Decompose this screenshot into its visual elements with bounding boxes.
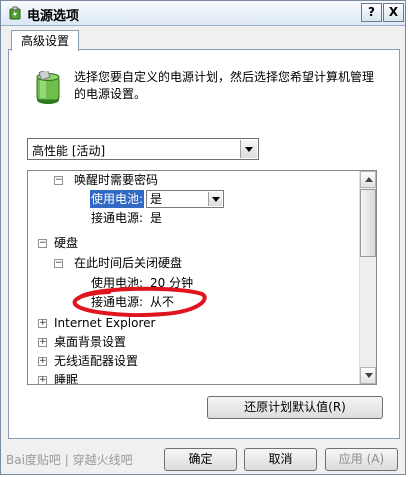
battery-value-dropdown[interactable]: 是 (146, 190, 224, 208)
collapse-toggle[interactable]: − (54, 259, 63, 268)
ok-button[interactable]: 确定 (164, 448, 237, 471)
tree-item-battery-label[interactable]: 使用电池: (90, 190, 145, 208)
tree-item-desktop-background[interactable]: 桌面背景设置 (54, 333, 126, 351)
tree-item-disk-battery-value[interactable]: 20 分钟 (150, 274, 193, 292)
title-bar: 电源选项 ? X (1, 1, 405, 26)
help-button[interactable]: ? (361, 3, 382, 22)
instruction-text: 选择您要自定义的电源计划，然后选择您希望计算机管理的电源设置。 (74, 70, 375, 101)
expand-toggle[interactable]: + (38, 319, 47, 328)
vertical-scrollbar[interactable] (359, 171, 376, 384)
restore-defaults-button[interactable]: 还原计划默认值(R) (207, 396, 383, 419)
battery-icon (36, 71, 60, 104)
window-title: 电源选项 (27, 9, 80, 24)
tree-item-disk-plugged-label[interactable]: 接通电源: (91, 293, 143, 311)
tab-advanced-settings[interactable]: 高级设置 (11, 30, 79, 51)
tree-item-wireless-adapter[interactable]: 无线适配器设置 (54, 352, 138, 370)
power-options-window: 电源选项 ? X 高级设置 选择您要自定义的电源计划，然后选择您希望计算机管理的… (0, 0, 406, 475)
watermark-text: Bai度贴吧 | 穿越火线吧 (6, 453, 133, 467)
expand-toggle[interactable]: + (38, 338, 47, 347)
tree-item-wake-password[interactable]: 唤醒时需要密码 (74, 171, 158, 189)
tree-item-disk-plugged-value[interactable]: 从不 (150, 293, 174, 311)
chevron-down-icon[interactable] (240, 140, 257, 158)
battery-value: 是 (150, 192, 163, 206)
power-options-icon (9, 6, 21, 20)
scroll-up-button[interactable] (360, 171, 376, 188)
power-plan-dropdown[interactable]: 高性能 [活动] (27, 138, 259, 160)
chevron-down-icon[interactable] (208, 192, 222, 206)
tree-item-turn-off-disk[interactable]: 在此时间后关闭硬盘 (74, 254, 182, 272)
collapse-toggle[interactable]: − (54, 176, 63, 185)
tree-item-hard-disk[interactable]: 硬盘 (54, 234, 78, 252)
tree-item-internet-explorer[interactable]: Internet Explorer (54, 314, 155, 332)
scroll-down-button[interactable] (360, 367, 376, 384)
tree-item-plugged-value[interactable]: 是 (150, 209, 162, 227)
tree-item-plugged-label[interactable]: 接通电源: (91, 209, 143, 227)
cancel-button[interactable]: 取消 (244, 448, 317, 471)
power-plan-selected: 高性能 [活动] (32, 144, 106, 158)
collapse-toggle[interactable]: − (38, 239, 47, 248)
scroll-thumb[interactable] (360, 189, 376, 257)
tree-item-sleep[interactable]: 睡眠 (54, 371, 78, 384)
settings-tree: − 唤醒时需要密码 使用电池: 是 接通电源: 是 − 硬盘 − 在此时间后关闭… (27, 170, 377, 385)
tree-item-disk-battery-label[interactable]: 使用电池: (91, 274, 143, 292)
close-button[interactable]: X (383, 3, 404, 22)
expand-toggle[interactable]: + (38, 357, 47, 366)
apply-button[interactable]: 应用 (A) (325, 448, 398, 471)
expand-toggle[interactable]: + (38, 376, 47, 384)
